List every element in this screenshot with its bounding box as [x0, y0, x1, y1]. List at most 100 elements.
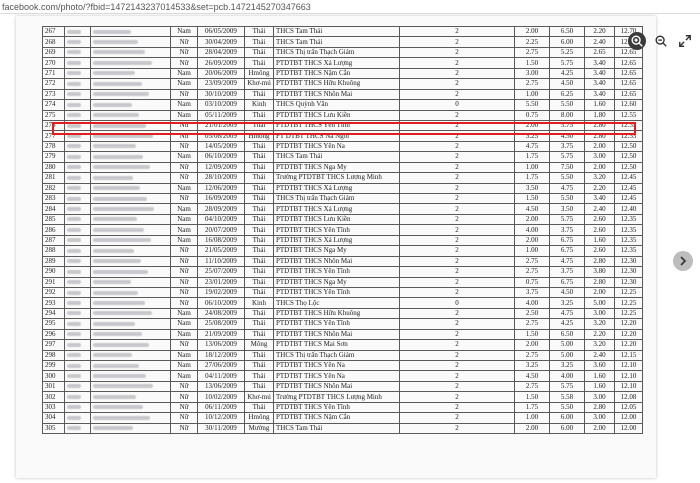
score-2-cell: 6.75 [549, 245, 585, 257]
priority-cell: 2 [399, 307, 515, 320]
score-1-cell: 1.50 [514, 391, 550, 403]
sex-cell: Nam [170, 182, 198, 195]
score-1-cell: 2.75 [514, 349, 550, 362]
score-2-cell: 5.50 [549, 401, 585, 414]
row-number: 268 [42, 36, 65, 48]
total-cell: 12.25 [614, 286, 643, 299]
table-row: 292 Nữ 19/02/2009 Thái PTDTBT THCS Yên Tĩnh 2… [42, 286, 643, 299]
table-row: 299 Nam 27/06/2009 Thái PTDTBT THCS Yên Na 2 3… [42, 359, 643, 372]
score-2-cell: 8.00 [549, 109, 585, 121]
birthdate-cell: 12/06/2009 [197, 182, 245, 195]
priority-cell: 0 [399, 99, 515, 111]
priority-cell: 2 [399, 203, 515, 215]
redacted-id [64, 349, 91, 362]
priority-cell: 2 [399, 57, 515, 69]
score-2-cell: 5.50 [549, 99, 585, 111]
ethnicity-cell: Thái [244, 380, 274, 393]
score-3-cell: 2.80 [584, 401, 615, 414]
total-cell: 12.35 [614, 224, 643, 236]
table-row: 280 Nữ 12/09/2009 Thái PTDTBT THCS Nga My 2 1.… [42, 161, 643, 174]
total-cell: 12.50 [614, 140, 643, 153]
school-cell: PTDTBT THCS Lưu Kiền [273, 109, 400, 121]
score-2-cell: 5.00 [549, 349, 585, 362]
score-2-cell: 6.00 [549, 36, 585, 48]
redacted-id [64, 412, 91, 424]
total-cell: 12.50 [614, 161, 643, 174]
total-cell: 12.25 [614, 307, 643, 320]
ethnicity-cell: Thái [244, 245, 274, 257]
score-1-cell: 2.75 [514, 78, 550, 90]
sex-cell: Nam [170, 328, 198, 341]
redacted-name [90, 192, 171, 205]
total-cell: 12.08 [614, 391, 643, 403]
redaction-blur [93, 374, 146, 379]
redaction-blur [67, 60, 81, 65]
table-row: 290 Nữ 25/07/2009 Thái PTDTBT THCS Yên Tĩnh 2… [42, 266, 643, 278]
sex-cell: Nữ [170, 245, 198, 257]
total-cell: 12.65 [614, 57, 643, 69]
redacted-name [90, 140, 171, 153]
ethnicity-cell: Thái [244, 307, 274, 320]
row-number: 301 [42, 380, 65, 393]
redaction-blur [67, 50, 81, 55]
score-1-cell: 2.00 [514, 339, 550, 351]
priority-cell: 0 [399, 297, 515, 309]
redaction-blur [67, 394, 81, 399]
next-photo-button[interactable] [673, 251, 693, 271]
row-number: 270 [42, 57, 65, 69]
school-cell: THCS Tam Thái [273, 25, 400, 38]
score-2-cell: 4.00 [549, 370, 585, 382]
redacted-name [90, 276, 171, 288]
score-3-cell: 2.80 [584, 276, 615, 288]
score-1-cell: 5.50 [514, 99, 550, 111]
sex-cell: Nam [170, 25, 198, 38]
score-1-cell: 2.75 [514, 255, 550, 268]
redacted-id [64, 422, 91, 435]
redacted-name [90, 203, 171, 215]
total-cell: 12.10 [614, 359, 643, 372]
score-2-cell: 5.58 [549, 391, 585, 403]
total-cell: 12.55 [614, 130, 643, 142]
row-number: 278 [42, 140, 65, 153]
birthdate-cell: 10/02/2009 [197, 391, 245, 403]
school-cell: PTDTBT THCS Xá Lượng [273, 234, 400, 247]
zoom-out-icon[interactable] [652, 32, 670, 50]
row-number: 284 [42, 203, 65, 215]
expand-icon[interactable] [676, 32, 694, 50]
sex-cell: Nam [170, 78, 198, 90]
score-2-cell: 4.25 [549, 67, 585, 80]
ethnicity-cell: Thái [244, 172, 274, 184]
total-cell: 12.35 [614, 213, 643, 226]
priority-cell: 2 [399, 119, 515, 132]
score-3-cell: 3.20 [584, 318, 615, 330]
redacted-name [90, 380, 171, 393]
priority-cell: 2 [399, 245, 515, 257]
ethnicity-cell: Thái [244, 286, 274, 299]
row-number: 269 [42, 46, 65, 59]
row-number: 295 [42, 318, 65, 330]
address-bar[interactable]: facebook.com/photo/?fbid=147214323701453… [0, 0, 700, 14]
score-3-cell: 3.80 [584, 266, 615, 278]
redacted-name [90, 213, 171, 226]
score-1-cell: 2.75 [514, 266, 550, 278]
score-2-cell: 3.50 [549, 203, 585, 215]
redacted-id [64, 36, 91, 48]
redaction-blur [93, 311, 152, 316]
sex-cell: Nữ [170, 297, 198, 309]
ethnicity-cell: Thái [244, 234, 274, 247]
redacted-name [90, 349, 171, 362]
priority-cell: 2 [399, 370, 515, 382]
zoom-in-icon[interactable] [628, 32, 646, 50]
redacted-name [90, 255, 171, 268]
birthdate-cell: 05/08/2009 [197, 130, 245, 142]
school-cell: PTDTBT THCS Nhôn Mai [273, 88, 400, 101]
ethnicity-cell: Thái [244, 255, 274, 268]
redacted-name [90, 328, 171, 341]
total-cell: 12.05 [614, 401, 643, 414]
redaction-blur [67, 186, 81, 191]
ethnicity-cell: Thái [244, 266, 274, 278]
birthdate-cell: 28/04/2009 [197, 46, 245, 59]
birthdate-cell: 19/02/2009 [197, 286, 245, 299]
redaction-blur [67, 154, 81, 159]
score-1-cell: 1.00 [514, 412, 550, 424]
